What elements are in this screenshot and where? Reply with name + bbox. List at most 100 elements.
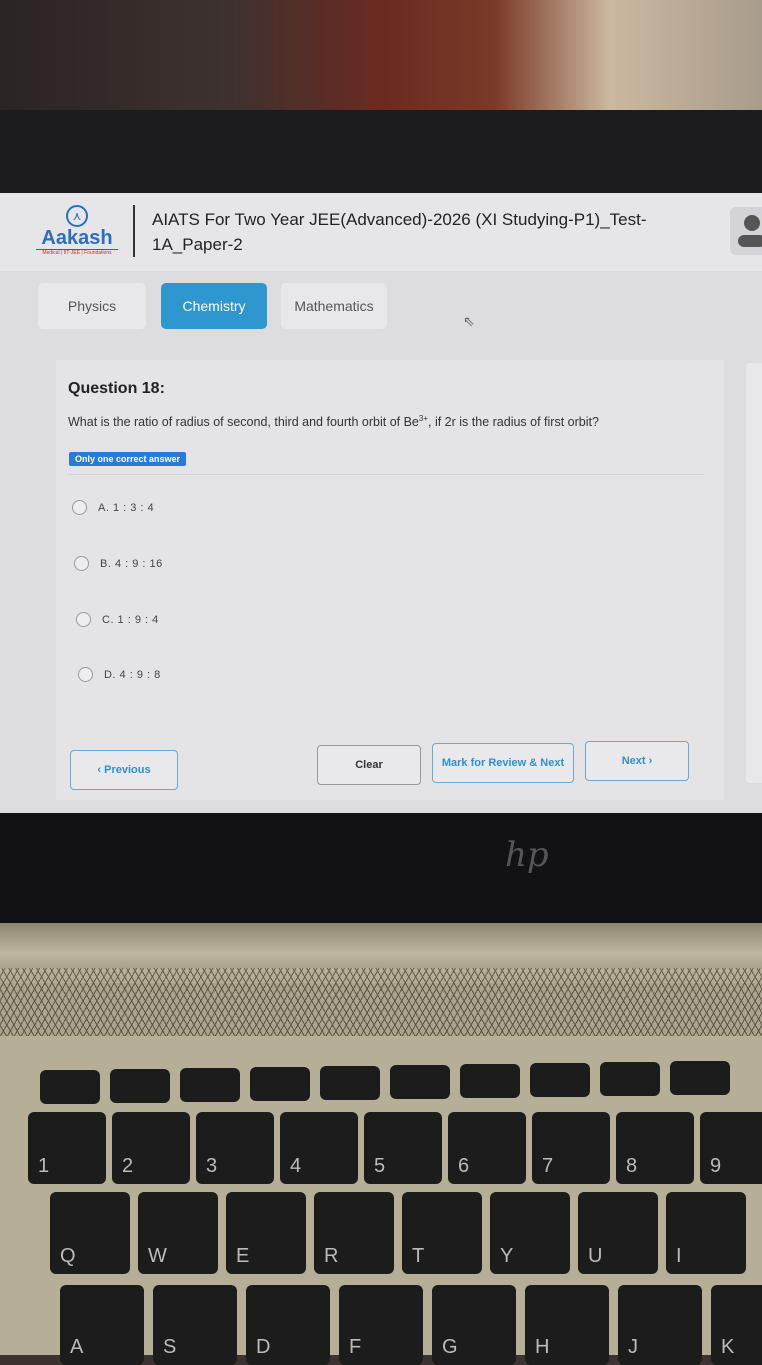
option-b[interactable]: B. 4 : 9 : 16 [74,556,163,571]
test-title: AIATS For Two Year JEE(Advanced)-2026 (X… [152,210,647,254]
function-key [40,1070,100,1104]
key-label: K [721,1336,735,1358]
key-label: 4 [290,1155,302,1177]
key-label: Y [500,1245,514,1267]
key-label: R [324,1245,339,1267]
keyboard-key: 5 [364,1112,442,1184]
radio-button[interactable] [78,667,93,682]
key-label: A [70,1336,84,1358]
key-label: 5 [374,1155,386,1177]
question-number: Question 18: [68,380,165,397]
function-key [460,1064,520,1098]
background-room [0,0,762,110]
laptop-screen: ⋏ Aakash Medical | IIT-JEE | Foundations… [0,193,762,813]
previous-button[interactable]: ‹ Previous [70,750,178,790]
key-label: Q [60,1245,76,1267]
keyboard-key: K [711,1285,762,1365]
keyboard-key: 1 [28,1112,106,1184]
question-palette-panel [746,363,762,783]
option-d[interactable]: D. 4 : 9 : 8 [78,667,161,682]
speaker-grille [0,968,762,1036]
keyboard-key: I [666,1192,746,1274]
radio-button[interactable] [76,612,91,627]
question-type-badge: Only one correct answer [69,452,187,466]
charge-superscript: 3+ [418,414,429,423]
hp-logo: hp [505,835,549,875]
option-label: D. 4 : 9 : 8 [104,668,161,681]
logo-subtitle: Medical | IIT-JEE | Foundations [36,249,118,257]
keyboard-key: 7 [532,1112,610,1184]
aakash-emblem-icon: ⋏ [66,205,88,227]
function-key [180,1068,240,1102]
key-label: 8 [626,1155,638,1177]
tab-chemistry[interactable]: Chemistry [161,283,267,329]
option-c[interactable]: C. 1 : 9 : 4 [76,612,159,627]
user-avatar[interactable] [730,207,762,255]
mark-for-review-next-button[interactable]: Mark for Review & Next [432,743,574,783]
key-label: T [412,1245,425,1267]
keyboard-key: W [138,1192,218,1274]
option-label: A. 1 : 3 : 4 [98,501,155,514]
next-button[interactable]: Next › [585,741,689,781]
function-key [670,1061,730,1095]
question-text-tail: , if 2r is the radius of first orbit? [428,415,599,430]
keyboard-key: 9 [700,1112,762,1184]
question-text-main: What is the ratio of radius of second, t… [68,415,419,430]
key-label: 7 [542,1155,554,1177]
radio-button[interactable] [72,500,87,515]
keyboard-key: 6 [448,1112,526,1184]
clear-button[interactable]: Clear [317,745,421,785]
key-label: 2 [122,1155,134,1177]
keyboard-key: 2 [112,1112,190,1184]
logo-text: Aakash [41,227,113,249]
keyboard-key: 4 [280,1112,358,1184]
keyboard-key: E [226,1192,306,1274]
keyboard-key: R [314,1192,394,1274]
keyboard-key: S [153,1285,237,1365]
option-a[interactable]: A. 1 : 3 : 4 [72,500,154,515]
keyboard-key: Y [490,1192,570,1274]
function-key [530,1063,590,1097]
key-label: U [588,1245,603,1267]
keyboard-key: H [525,1285,609,1365]
keyboard-key: A [60,1285,144,1365]
laptop-bezel-bottom [0,813,762,923]
key-label: G [442,1336,458,1358]
keyboard-key: F [339,1285,423,1365]
key-label: H [535,1336,550,1358]
question-text: What is the ratio of radius of second, t… [68,414,599,429]
key-label: I [676,1245,682,1267]
keyboard-key: 8 [616,1112,694,1184]
function-key [250,1067,310,1101]
keyboard-key: D [246,1285,330,1365]
user-icon-body [738,235,762,247]
key-label: F [349,1336,362,1358]
tab-physics[interactable]: Physics [38,283,146,329]
radio-button[interactable] [74,556,89,571]
app-header: ⋏ Aakash Medical | IIT-JEE | Foundations… [0,193,762,271]
function-key [390,1065,450,1099]
option-label: B. 4 : 9 : 16 [100,557,163,570]
laptop-bezel-top [0,110,762,195]
key-label: W [148,1245,167,1267]
user-icon-head [744,215,760,231]
keyboard-key: Q [50,1192,130,1274]
keyboard-key: T [402,1192,482,1274]
key-label: S [163,1336,177,1358]
tab-mathematics[interactable]: Mathematics [281,283,387,329]
function-key [600,1062,660,1096]
key-label: D [256,1336,271,1358]
key-label: 9 [710,1155,722,1177]
key-label: J [628,1336,638,1358]
function-key [110,1069,170,1103]
keyboard-key: U [578,1192,658,1274]
keyboard-key: J [618,1285,702,1365]
header-divider [133,205,135,257]
key-label: E [236,1245,250,1267]
mouse-pointer-icon: ⇖ [463,313,475,329]
key-label: 1 [38,1155,50,1177]
aakash-logo: ⋏ Aakash Medical | IIT-JEE | Foundations [36,205,118,261]
function-key [320,1066,380,1100]
separator [68,474,704,475]
keyboard-key: G [432,1285,516,1365]
